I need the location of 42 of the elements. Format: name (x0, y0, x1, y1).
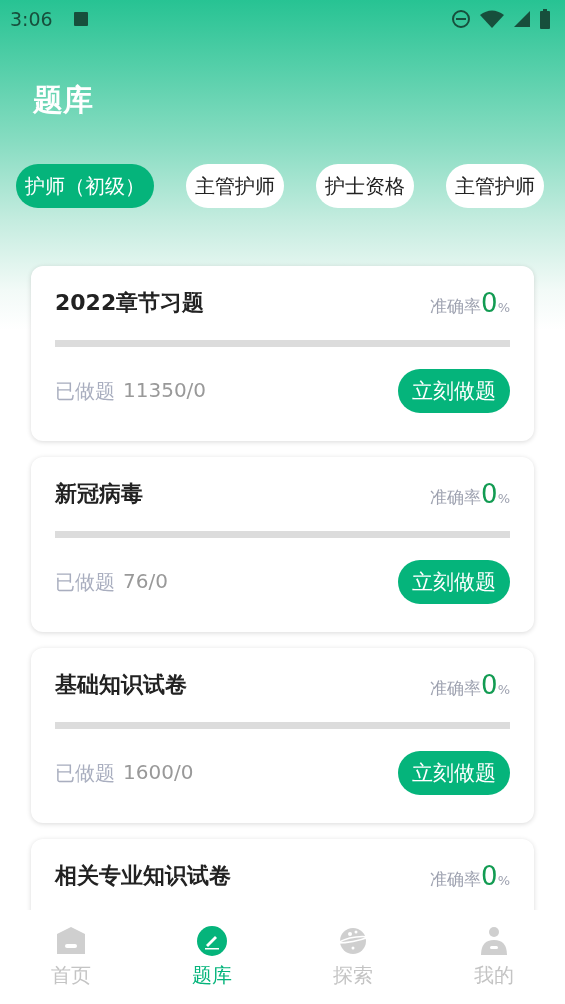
percent-sign: % (497, 491, 510, 506)
percent-sign: % (497, 300, 510, 315)
tab-item[interactable]: 我的 (423, 910, 565, 1004)
exercise-title: 基础知识试卷 (55, 671, 187, 699)
done-count: 11350/0 (123, 377, 207, 404)
done-count: 76/0 (123, 568, 168, 595)
tab-item[interactable]: 探索 (282, 910, 424, 1004)
done-label: 已做题 (55, 759, 115, 787)
category-chip[interactable]: 主管护师 (186, 164, 284, 208)
done-label: 已做题 (55, 568, 115, 596)
percent-sign: % (497, 682, 510, 697)
wifi-icon (479, 9, 505, 29)
tab-item[interactable]: 首页 (0, 910, 142, 1004)
accuracy-value: 0 (481, 288, 498, 318)
status-time: 3:06 (10, 8, 53, 30)
do-not-disturb-icon (451, 9, 471, 29)
accuracy-label: 准确率 (430, 296, 482, 318)
start-button[interactable]: 立刻做题 (398, 560, 510, 604)
exercise-title: 2022章节习题 (55, 289, 205, 317)
accuracy-label: 准确率 (430, 869, 482, 891)
signal-icon (513, 10, 531, 28)
done-count: 1600/0 (123, 759, 194, 786)
category-chip[interactable]: 主管护师 (446, 164, 544, 208)
start-button[interactable]: 立刻做题 (398, 751, 510, 795)
accuracy-value: 0 (481, 670, 498, 700)
accuracy-label: 准确率 (430, 678, 482, 700)
page-title: 题库 (32, 81, 94, 119)
accuracy-value: 0 (481, 861, 498, 891)
exercise-title: 相关专业知识试卷 (55, 862, 231, 890)
category-chip[interactable]: 护师（初级） (16, 164, 154, 208)
house-icon (55, 926, 86, 956)
battery-icon (539, 8, 551, 30)
person-icon (479, 926, 510, 956)
tab-item[interactable]: 题库 (141, 910, 283, 1004)
start-button[interactable]: 立刻做题 (398, 369, 510, 413)
pencil-icon (196, 926, 227, 956)
done-label: 已做题 (55, 377, 115, 405)
accuracy-label: 准确率 (430, 487, 482, 509)
category-chip[interactable]: 护士资格 (316, 164, 414, 208)
percent-sign: % (497, 873, 510, 888)
exercise-title: 新冠病毒 (55, 480, 143, 508)
accuracy-value: 0 (481, 479, 498, 509)
